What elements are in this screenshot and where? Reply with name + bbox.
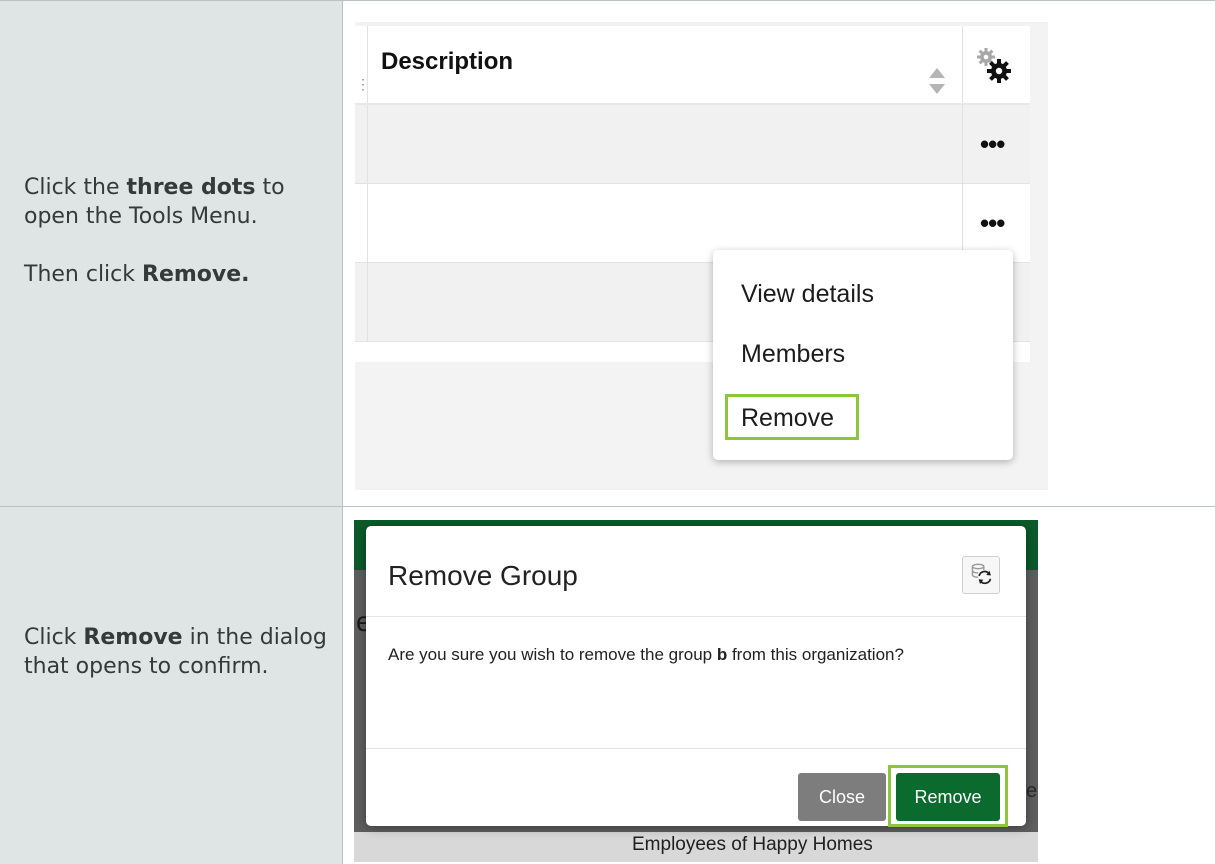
refresh-database-icon[interactable] xyxy=(962,556,1000,594)
step-2-instruction: Click Remove in the dialog that opens to… xyxy=(24,623,334,681)
remove-button[interactable]: Remove xyxy=(896,773,1000,821)
column-divider xyxy=(367,184,368,262)
instruction-cell-2 xyxy=(0,507,342,864)
row-actions-button[interactable]: ••• xyxy=(980,129,1005,160)
description-column-header[interactable]: Description xyxy=(381,48,513,76)
table-border-middle xyxy=(0,506,1215,507)
column-divider xyxy=(367,263,368,341)
step-1-line-1: Click the three dots to open the Tools M… xyxy=(24,175,285,229)
dialog-header-divider xyxy=(366,616,1026,617)
sort-icon[interactable] xyxy=(926,66,948,96)
dialog-message: Are you sure you wish to remove the grou… xyxy=(388,645,904,664)
table-border-top xyxy=(0,0,1215,1)
background-group-description: Employees of Happy Homes xyxy=(632,834,873,855)
step-1-instruction: Click the three dots to open the Tools M… xyxy=(24,173,334,289)
column-divider xyxy=(367,105,368,183)
menu-item-members[interactable]: Members xyxy=(741,340,845,369)
menu-item-remove-label: Remove xyxy=(741,404,835,432)
remove-group-dialog: Remove Group Are you sure you wish to re… xyxy=(366,526,1026,827)
column-divider xyxy=(962,26,963,103)
table-header: ⋮ Description xyxy=(355,26,1030,105)
step-1-line-2: Then click Remove. xyxy=(24,262,250,287)
table-row: ••• xyxy=(355,105,1030,184)
table-border-column xyxy=(342,0,343,864)
close-button[interactable]: Close xyxy=(798,773,886,821)
background-text-fragment: e xyxy=(1026,780,1038,802)
instruction-table: Click the three dots to open the Tools M… xyxy=(0,0,1215,864)
column-divider xyxy=(962,105,963,183)
column-resize-handle[interactable]: ⋮ xyxy=(356,76,370,93)
column-settings-icon[interactable] xyxy=(973,46,1013,86)
tools-menu: View details Members Remove xyxy=(713,250,1013,460)
row-actions-button[interactable]: ••• xyxy=(980,208,1005,239)
dialog-footer-divider xyxy=(366,748,1026,749)
tools-menu-screenshot: ⋮ Description ••• ••• View details Membe… xyxy=(355,22,1048,490)
remove-dialog-screenshot: e e Employees of Happy Homes Remove Grou… xyxy=(354,520,1038,862)
menu-item-view-details[interactable]: View details xyxy=(741,280,874,309)
step-2-line-1: Click Remove in the dialog that opens to… xyxy=(24,625,327,679)
menu-item-remove[interactable]: Remove xyxy=(725,394,859,440)
dialog-title: Remove Group xyxy=(388,560,578,591)
group-name: b xyxy=(716,645,728,664)
